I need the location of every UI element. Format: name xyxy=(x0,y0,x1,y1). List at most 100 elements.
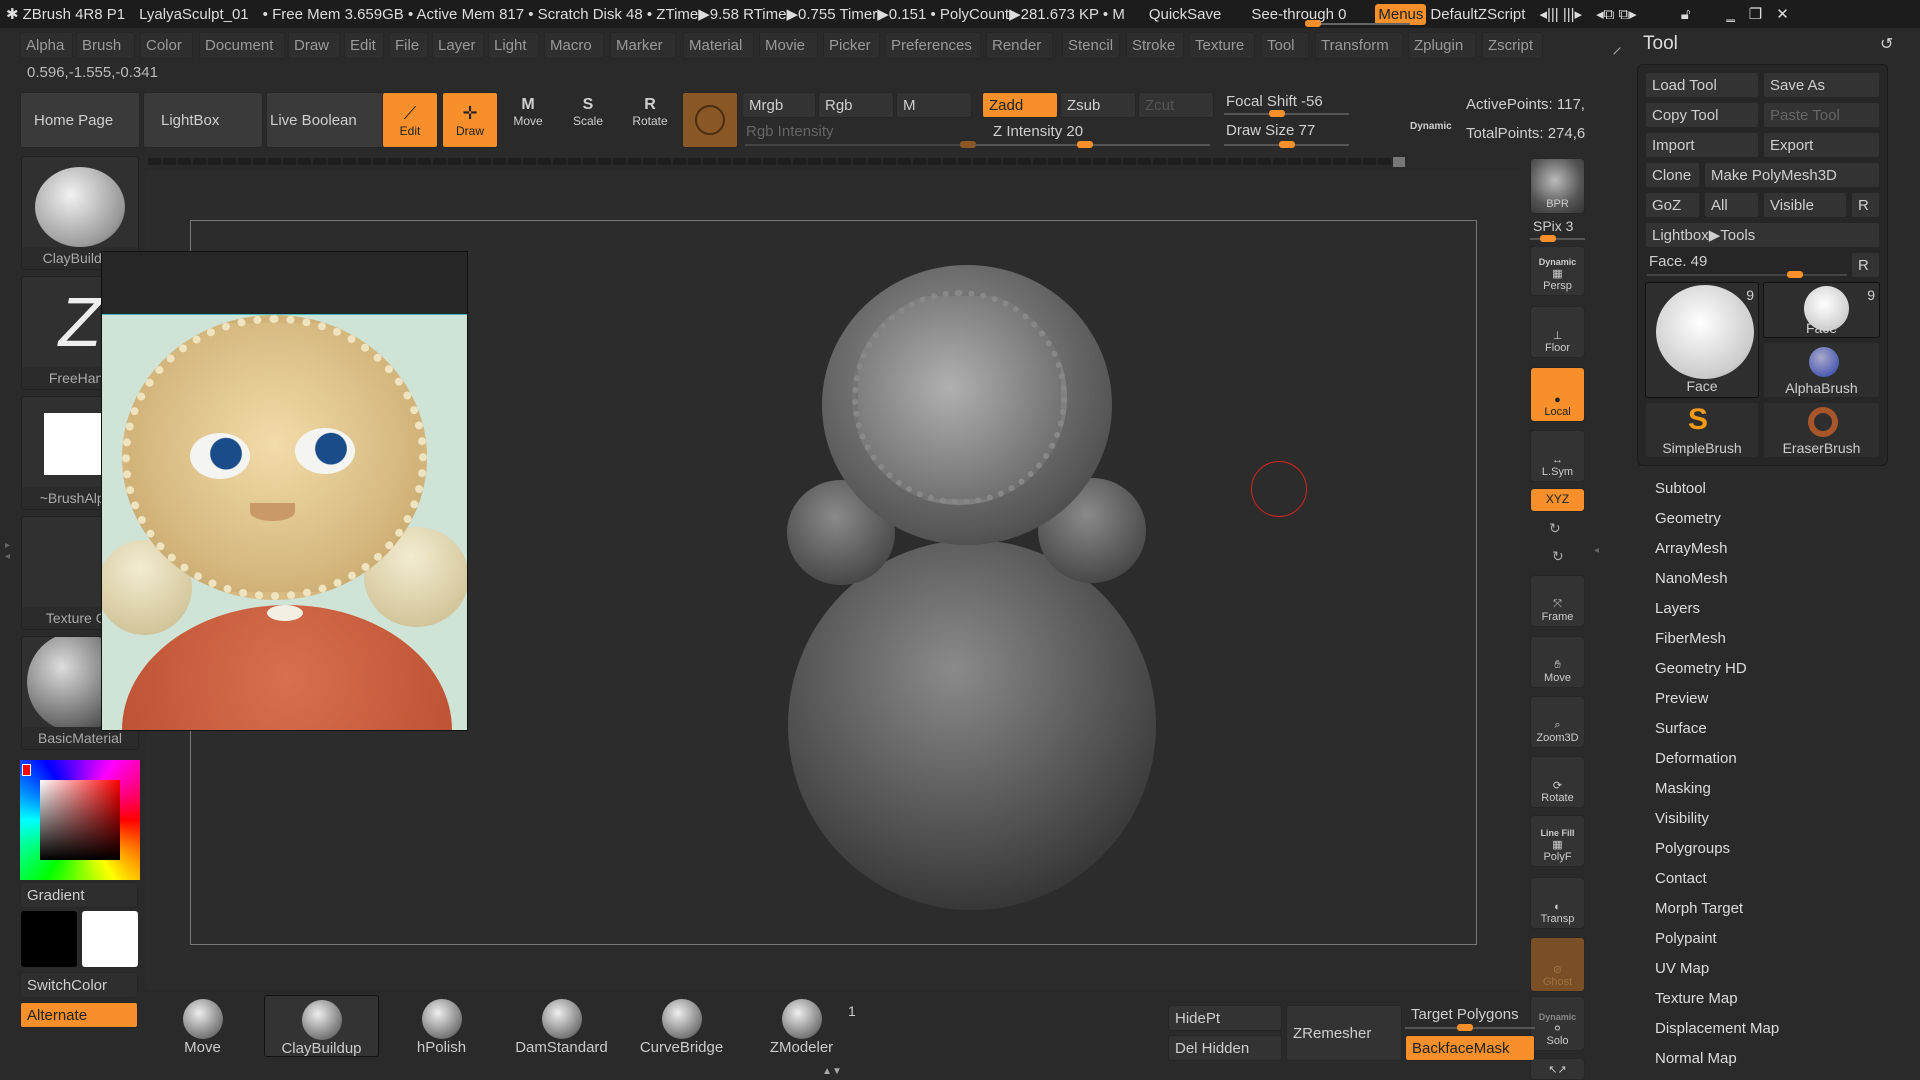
restore-icon[interactable]: ❐ xyxy=(1749,5,1762,23)
tool-r-button[interactable]: R xyxy=(1851,252,1880,278)
mrgb-button[interactable]: Mrgb xyxy=(742,92,816,118)
menu-stroke[interactable]: Stroke xyxy=(1126,32,1184,59)
menu-stencil[interactable]: Stencil xyxy=(1062,32,1120,59)
tool-menu-morph-target[interactable]: Morph Target xyxy=(1655,900,1743,917)
tool-item-eraserbrush[interactable]: EraserBrush xyxy=(1763,402,1880,458)
menu-transform[interactable]: Transform xyxy=(1315,32,1403,59)
tool-menu-deformation[interactable]: Deformation xyxy=(1655,750,1737,767)
m-button[interactable]: M xyxy=(896,92,972,118)
right-tray-toggle-icon[interactable]: ◂ xyxy=(1594,545,1599,556)
current-tool-slider[interactable]: Face. 49 xyxy=(1649,253,1707,270)
tool-menu-preview[interactable]: Preview xyxy=(1655,690,1708,707)
menu-texture[interactable]: Texture xyxy=(1189,32,1255,59)
floor-button[interactable]: ⊥ Floor xyxy=(1530,306,1585,358)
move-view-button[interactable]: ✋︎ Move xyxy=(1530,636,1585,688)
zsub-button[interactable]: Zsub xyxy=(1060,92,1136,118)
backfacemask-button[interactable]: BackfaceMask xyxy=(1405,1035,1535,1061)
del-hidden-button[interactable]: Del Hidden xyxy=(1168,1035,1282,1061)
tool-item-face[interactable]: 9 Face xyxy=(1763,282,1880,338)
close-icon[interactable]: ✕ xyxy=(1776,5,1789,23)
tool-menu-geometry-hd[interactable]: Geometry HD xyxy=(1655,660,1747,677)
import-button[interactable]: Import xyxy=(1645,132,1759,158)
minimize-icon[interactable]: ‗ xyxy=(1726,6,1734,23)
load-tool-button[interactable]: Load Tool xyxy=(1645,72,1759,98)
lightbox-button[interactable]: LightBox xyxy=(143,92,263,148)
seethrough-track[interactable] xyxy=(1305,20,1410,27)
menu-alpha[interactable]: Alpha xyxy=(20,32,73,59)
lock-icon[interactable]: 🔓︎ xyxy=(1681,6,1691,23)
transp-button[interactable]: ◐ Transp xyxy=(1530,877,1585,929)
menu-edit[interactable]: Edit xyxy=(344,32,384,59)
tool-menu-normal-map[interactable]: Normal Map xyxy=(1655,1050,1737,1067)
lsym-button[interactable]: ↔ L.Sym xyxy=(1530,430,1585,482)
menu-render[interactable]: Render xyxy=(986,32,1053,59)
tool-menu-uv-map[interactable]: UV Map xyxy=(1655,960,1709,977)
tool-menu-arraymesh[interactable]: ArrayMesh xyxy=(1655,540,1728,557)
goz-visible-button[interactable]: Visible xyxy=(1763,192,1847,218)
menu-draw[interactable]: Draw xyxy=(288,32,340,59)
menu-zplugin[interactable]: Zplugin xyxy=(1408,32,1476,59)
tool-menu-geometry[interactable]: Geometry xyxy=(1655,510,1721,527)
rgb-button[interactable]: Rgb xyxy=(818,92,894,118)
menu-file[interactable]: File xyxy=(389,32,428,59)
expand-button[interactable]: ↖↗ xyxy=(1530,1058,1585,1080)
ui-layout-icon[interactable]: ◂⧉ ⧉▸ xyxy=(1596,5,1637,23)
draw-button[interactable]: ✛ Draw xyxy=(442,92,498,148)
hidept-button[interactable]: HidePt xyxy=(1168,1005,1282,1031)
save-as-button[interactable]: Save As xyxy=(1763,72,1880,98)
menu-marker[interactable]: Marker xyxy=(610,32,676,59)
goz-button[interactable]: GoZ xyxy=(1645,192,1700,218)
frame-button[interactable]: ⤧ Frame xyxy=(1530,575,1585,627)
clone-button[interactable]: Clone xyxy=(1645,162,1700,188)
rotate-view-button[interactable]: ⟳ Rotate xyxy=(1530,756,1585,808)
home-page-button[interactable]: Home Page xyxy=(20,92,140,148)
quicksave-button[interactable]: QuickSave xyxy=(1149,6,1222,23)
brush-damstandard[interactable]: DamStandard xyxy=(504,995,619,1057)
tool-item-simplebrush[interactable]: S SimpleBrush xyxy=(1645,402,1759,458)
menu-light[interactable]: Light xyxy=(488,32,539,59)
tool-menu-subtool[interactable]: Subtool xyxy=(1655,480,1706,497)
copy-tool-button[interactable]: Copy Tool xyxy=(1645,102,1759,128)
live-boolean-button[interactable]: Live Boolean xyxy=(266,92,386,148)
layout-arrows-icon[interactable]: ◂||| |||▸ xyxy=(1539,5,1582,23)
zadd-button[interactable]: Zadd xyxy=(982,92,1058,118)
rotate-y-icon[interactable]: ↻ xyxy=(1549,520,1561,537)
gradient-button[interactable]: Gradient xyxy=(20,882,138,908)
tool-item-face-large[interactable]: 9 Face xyxy=(1645,282,1759,398)
zcut-button[interactable]: Zcut xyxy=(1138,92,1214,118)
color-square[interactable] xyxy=(40,780,120,860)
menu-zscript[interactable]: Zscript xyxy=(1482,32,1543,59)
strip-handle[interactable] xyxy=(1393,157,1405,167)
focal-shift-slider[interactable]: Focal Shift -56 xyxy=(1226,93,1323,110)
rotate-z-icon[interactable]: ↻ xyxy=(1552,548,1564,565)
tool-menu-displacement-map[interactable]: Displacement Map xyxy=(1655,1020,1779,1037)
tool-menu-visibility[interactable]: Visibility xyxy=(1655,810,1709,827)
target-polygons-slider[interactable]: Target Polygons xyxy=(1411,1006,1519,1023)
dynamic-size-toggle[interactable]: Dynamic xyxy=(1410,121,1452,132)
paste-tool-button[interactable]: Paste Tool xyxy=(1763,102,1880,128)
lightbox-tools-button[interactable]: Lightbox▶Tools xyxy=(1645,222,1880,248)
brush-hpolish[interactable]: hPolish xyxy=(384,995,499,1057)
reference-image-window[interactable] xyxy=(101,251,468,731)
color-picker[interactable] xyxy=(20,760,140,880)
rotate-button[interactable]: R Rotate xyxy=(622,96,678,146)
brush-move[interactable]: Move xyxy=(145,995,260,1057)
main-color-black[interactable] xyxy=(21,911,77,967)
polyf-button[interactable]: Line Fill ▦ PolyF xyxy=(1530,815,1585,867)
tool-item-alphabrush[interactable]: AlphaBrush xyxy=(1763,342,1880,398)
tool-menu-contact[interactable]: Contact xyxy=(1655,870,1707,887)
brush-curvebridge[interactable]: CurveBridge xyxy=(624,995,739,1057)
tool-menu-polygroups[interactable]: Polygroups xyxy=(1655,840,1730,857)
ghost-button[interactable]: ⊘ Ghost xyxy=(1530,937,1585,992)
tool-menu-nanomesh[interactable]: NanoMesh xyxy=(1655,570,1728,587)
default-zscript-button[interactable]: DefaultZScript xyxy=(1430,6,1525,23)
menu-tool[interactable]: Tool xyxy=(1261,32,1309,59)
menu-material[interactable]: Material xyxy=(683,32,754,59)
move-button[interactable]: M Move xyxy=(502,96,554,146)
z-intensity-slider[interactable]: Z Intensity 20 xyxy=(993,123,1083,140)
menu-picker[interactable]: Picker xyxy=(823,32,880,59)
zremesher-button[interactable]: ZRemesher xyxy=(1286,1005,1402,1061)
tool-menu-texture-map[interactable]: Texture Map xyxy=(1655,990,1738,1007)
persp-button[interactable]: Dynamic ▦ Persp xyxy=(1530,246,1585,296)
menu-layer[interactable]: Layer xyxy=(432,32,484,59)
